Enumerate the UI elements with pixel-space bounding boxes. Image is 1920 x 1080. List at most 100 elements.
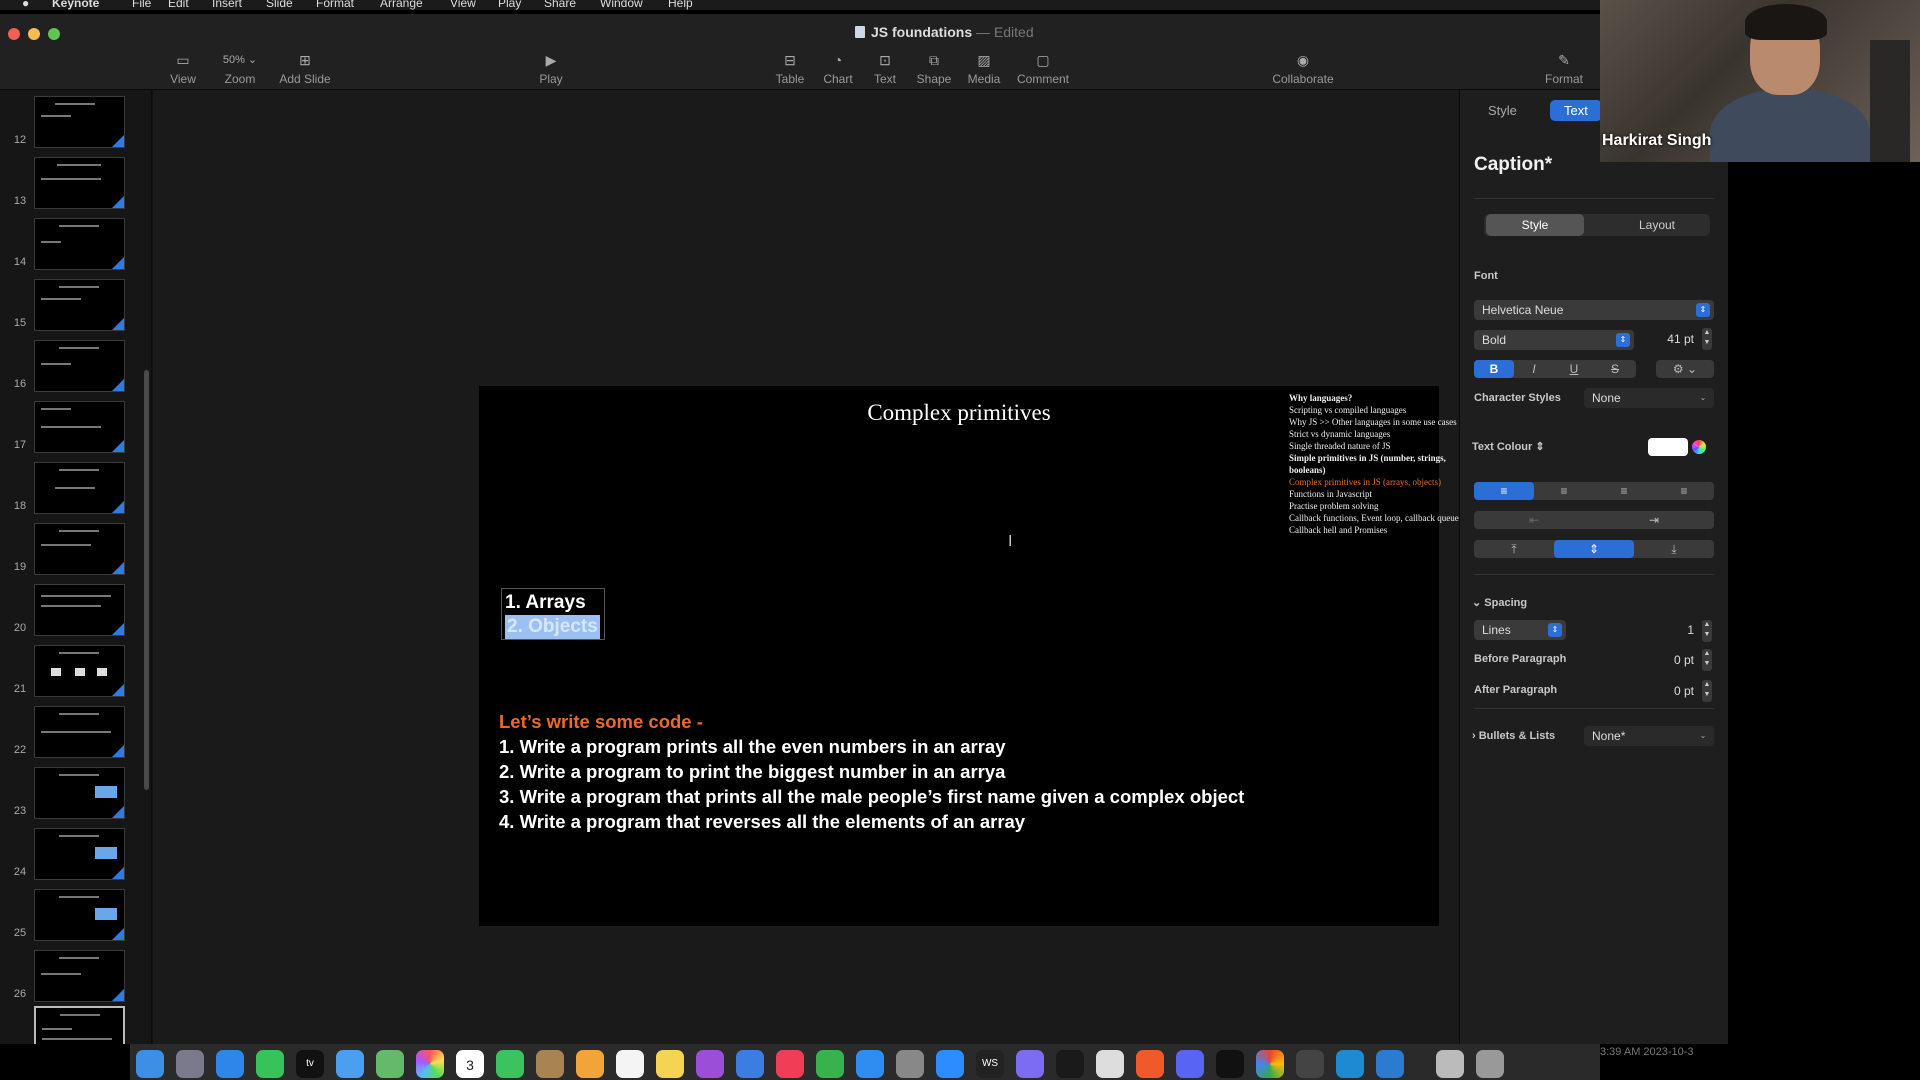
- slide-thumbnail-22[interactable]: 22: [0, 700, 140, 758]
- slide-thumbnail-15[interactable]: 15: [0, 273, 140, 331]
- underline-button[interactable]: U: [1554, 360, 1594, 378]
- align-bottom-icon[interactable]: ⤓: [1634, 540, 1714, 558]
- paragraph-style-name[interactable]: Caption*: [1474, 154, 1552, 176]
- calendar-icon[interactable]: 3: [456, 1050, 484, 1078]
- numbers-icon[interactable]: [816, 1050, 844, 1078]
- terminal-icon[interactable]: [1056, 1050, 1084, 1078]
- slide-thumbnail-23[interactable]: 23: [0, 761, 140, 819]
- table-button[interactable]: ⊟ Table: [774, 50, 806, 86]
- menu-insert[interactable]: Insert: [212, 0, 242, 10]
- menu-format[interactable]: Format: [316, 0, 354, 10]
- text-colour-label[interactable]: Text Colour ⇕: [1472, 440, 1545, 453]
- menu-help[interactable]: Help: [668, 0, 693, 10]
- font-size-field[interactable]: 41 pt: [1640, 332, 1694, 346]
- vscode-insiders-icon[interactable]: [1376, 1050, 1404, 1078]
- chart-button[interactable]: ◔ Chart: [822, 50, 854, 86]
- media-button[interactable]: ▨ Media: [966, 50, 1002, 86]
- list-item-objects-selected[interactable]: 2. Objects: [505, 615, 600, 639]
- align-left-icon[interactable]: ≡: [1474, 482, 1534, 500]
- font-size-stepper[interactable]: ▲ ▼: [1702, 328, 1712, 350]
- spacing-mode-select[interactable]: Lines ⇕: [1474, 620, 1566, 640]
- arc-browser-icon[interactable]: [1016, 1050, 1044, 1078]
- reminders-icon[interactable]: [616, 1050, 644, 1078]
- photos-icon[interactable]: [416, 1050, 444, 1078]
- facetime-icon[interactable]: [496, 1050, 524, 1078]
- trash-icon[interactable]: [1476, 1050, 1504, 1078]
- safari-icon[interactable]: [216, 1050, 244, 1078]
- character-styles-select[interactable]: None ⌄: [1584, 388, 1714, 408]
- bullets-lists-section[interactable]: › Bullets & Lists: [1472, 730, 1555, 742]
- align-justify-icon[interactable]: ≡: [1654, 482, 1714, 500]
- discord-icon[interactable]: [1176, 1050, 1204, 1078]
- menu-app-name[interactable]: Keynote: [52, 0, 99, 10]
- notes-icon[interactable]: [656, 1050, 684, 1078]
- mail-icon[interactable]: [336, 1050, 364, 1078]
- music-icon[interactable]: [776, 1050, 804, 1078]
- text-options-button[interactable]: ⚙ ⌄: [1656, 360, 1714, 378]
- vscode-icon[interactable]: [1336, 1050, 1364, 1078]
- close-window-button[interactable]: [8, 28, 20, 40]
- messages-icon[interactable]: [256, 1050, 284, 1078]
- collaborate-button[interactable]: ◉ Collaborate: [1270, 50, 1336, 86]
- menu-view[interactable]: View: [450, 0, 476, 10]
- before-paragraph-stepper[interactable]: ▲ ▼: [1702, 649, 1712, 671]
- slide-thumbnail-25[interactable]: 25: [0, 883, 140, 941]
- slide-thumbnail-14[interactable]: 14: [0, 212, 140, 270]
- contacts-icon[interactable]: [536, 1050, 564, 1078]
- slide-thumbnail-13[interactable]: 13: [0, 151, 140, 209]
- align-right-icon[interactable]: ≡: [1594, 482, 1654, 500]
- exercise-text-box[interactable]: Let’s write some code - 1. Write a progr…: [499, 709, 1244, 834]
- menu-file[interactable]: File: [132, 0, 151, 10]
- preview-icon[interactable]: [1096, 1050, 1124, 1078]
- menu-edit[interactable]: Edit: [168, 0, 189, 10]
- add-slide-button[interactable]: ⊞ Add Slide: [278, 50, 332, 86]
- view-button[interactable]: ▭ View: [168, 50, 198, 86]
- italic-button[interactable]: I: [1514, 360, 1554, 378]
- zoom-button[interactable]: 50% ⌄ Zoom: [218, 50, 262, 86]
- list-text-box[interactable]: 1. Arrays 2. Objects: [501, 588, 605, 640]
- pages-icon[interactable]: [576, 1050, 604, 1078]
- text-colour-swatch[interactable]: [1648, 438, 1688, 456]
- before-paragraph-field[interactable]: 0 pt: [1650, 653, 1694, 667]
- slide-thumbnail-26[interactable]: 26: [0, 944, 140, 1002]
- menu-slide[interactable]: Slide: [266, 0, 293, 10]
- slide-thumbnail-17[interactable]: 17: [0, 395, 140, 453]
- strikethrough-button[interactable]: S: [1594, 360, 1636, 378]
- brave-icon[interactable]: [1136, 1050, 1164, 1078]
- slide-thumbnail-12[interactable]: 12: [0, 90, 140, 148]
- slide-thumbnail-16[interactable]: 16: [0, 334, 140, 392]
- text-button[interactable]: ⊡ Text: [870, 50, 900, 86]
- maps-icon[interactable]: [376, 1050, 404, 1078]
- podcasts-icon[interactable]: [696, 1050, 724, 1078]
- menu-share[interactable]: Share: [544, 0, 576, 10]
- chrome-icon[interactable]: [1256, 1050, 1284, 1078]
- list-item-arrays[interactable]: 1. Arrays: [505, 591, 601, 615]
- increase-indent-icon[interactable]: ⇥: [1594, 511, 1714, 529]
- finder-icon[interactable]: [136, 1050, 164, 1078]
- decrease-indent-icon[interactable]: ⇤: [1474, 511, 1594, 529]
- keynote-icon[interactable]: [736, 1050, 764, 1078]
- app-icon[interactable]: [1296, 1050, 1324, 1078]
- app-store-icon[interactable]: [856, 1050, 884, 1078]
- format-button[interactable]: ✎ Format: [1544, 50, 1584, 86]
- after-paragraph-stepper[interactable]: ▲ ▼: [1702, 680, 1712, 702]
- slide-thumbnail-19[interactable]: 19: [0, 517, 140, 575]
- subtab-style[interactable]: Style: [1486, 214, 1584, 236]
- webstorm-icon[interactable]: WS: [976, 1050, 1004, 1078]
- align-top-icon[interactable]: ⤒: [1474, 540, 1554, 558]
- slide[interactable]: Complex primitives Why languages? Script…: [479, 386, 1459, 926]
- tab-style[interactable]: Style: [1474, 100, 1531, 121]
- slide-thumbnail-27[interactable]: 27: [0, 1000, 140, 1044]
- shape-button[interactable]: ⧉ Shape: [916, 50, 952, 86]
- app-icon[interactable]: [1216, 1050, 1244, 1078]
- after-paragraph-field[interactable]: 0 pt: [1650, 684, 1694, 698]
- bullets-lists-select[interactable]: None* ⌄: [1584, 726, 1714, 746]
- play-button[interactable]: ▶ Play: [536, 50, 566, 86]
- subtab-layout[interactable]: Layout: [1608, 214, 1706, 236]
- line-spacing-field[interactable]: 1: [1660, 623, 1694, 637]
- system-settings-icon[interactable]: [896, 1050, 924, 1078]
- tab-text[interactable]: Text: [1550, 100, 1602, 121]
- navigator-scrollbar[interactable]: [144, 370, 149, 790]
- zoom-icon[interactable]: [936, 1050, 964, 1078]
- downloads-icon[interactable]: [1436, 1050, 1464, 1078]
